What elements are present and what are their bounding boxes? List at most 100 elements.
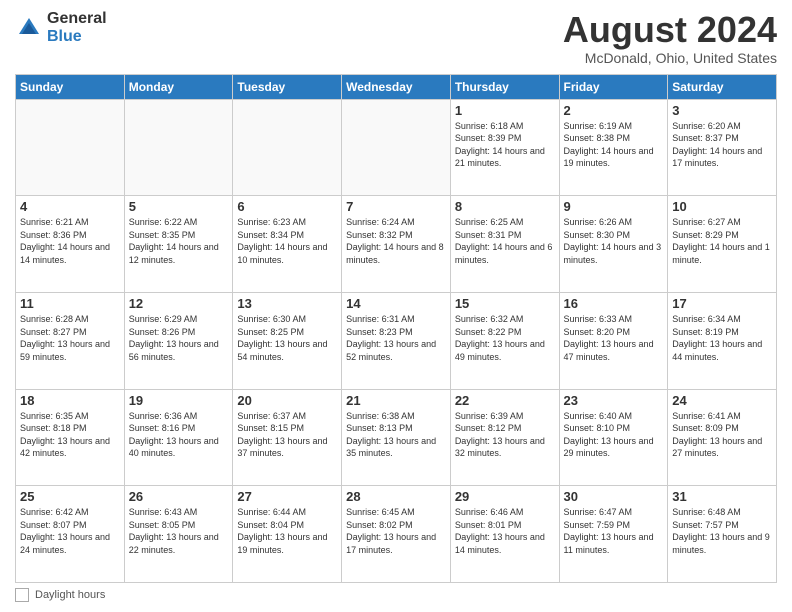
day-number: 28	[346, 489, 446, 504]
col-sunday: Sunday	[16, 74, 125, 99]
day-number: 6	[237, 199, 337, 214]
day-number: 26	[129, 489, 229, 504]
calendar-cell: 27 Sunrise: 6:44 AM Sunset: 8:04 PM Dayli…	[233, 486, 342, 583]
day-info: Sunrise: 6:24 AM Sunset: 8:32 PM Dayligh…	[346, 216, 446, 266]
day-info: Sunrise: 6:39 AM Sunset: 8:12 PM Dayligh…	[455, 410, 555, 460]
day-number: 11	[20, 296, 120, 311]
day-number: 31	[672, 489, 772, 504]
calendar-cell: 21Sunrise: 6:38 AM Sunset: 8:13 PM Dayli…	[342, 389, 451, 486]
day-number: 20	[237, 393, 337, 408]
calendar-cell	[342, 99, 451, 196]
title-block: August 2024 McDonald, Ohio, United State…	[563, 10, 777, 66]
day-info: Sunrise: 6:46 AM Sunset: 8:01 PM Dayligh…	[455, 506, 555, 556]
day-number: 14	[346, 296, 446, 311]
col-wednesday: Wednesday	[342, 74, 451, 99]
day-info: Sunrise: 6:36 AM Sunset: 8:16 PM Dayligh…	[129, 410, 229, 460]
day-number: 29	[455, 489, 555, 504]
calendar-cell: 8 Sunrise: 6:25 AM Sunset: 8:31 PM Daylig…	[450, 196, 559, 293]
calendar-cell: 24Sunrise: 6:41 AM Sunset: 8:09 PM Dayli…	[668, 389, 777, 486]
day-info: Sunrise: 6:34 AM Sunset: 8:19 PM Dayligh…	[672, 313, 772, 363]
day-info: Sunrise: 6:43 AM Sunset: 8:05 PM Dayligh…	[129, 506, 229, 556]
day-number: 3	[672, 103, 772, 118]
col-monday: Monday	[124, 74, 233, 99]
day-number: 2	[564, 103, 664, 118]
calendar-week-4: 18 Sunrise: 6:35 AM Sunset: 8:18 PM Dayli…	[16, 389, 777, 486]
col-tuesday: Tuesday	[233, 74, 342, 99]
col-saturday: Saturday	[668, 74, 777, 99]
day-info: Sunrise: 6:31 AM Sunset: 8:23 PM Dayligh…	[346, 313, 446, 363]
calendar-table: Sunday Monday Tuesday Wednesday Thursday…	[15, 74, 777, 583]
day-number: 9	[564, 199, 664, 214]
calendar-cell: 3 Sunrise: 6:20 AM Sunset: 8:37 PM Daylig…	[668, 99, 777, 196]
day-info: Sunrise: 6:25 AM Sunset: 8:31 PM Dayligh…	[455, 216, 555, 266]
day-number: 4	[20, 199, 120, 214]
day-number: 18	[20, 393, 120, 408]
calendar-cell	[233, 99, 342, 196]
day-info: Sunrise: 6:30 AM Sunset: 8:25 PM Dayligh…	[237, 313, 337, 363]
day-info: Sunrise: 6:37 AM Sunset: 8:15 PM Dayligh…	[237, 410, 337, 460]
calendar-cell: 18 Sunrise: 6:35 AM Sunset: 8:18 PM Dayli…	[16, 389, 125, 486]
calendar-cell	[16, 99, 125, 196]
page: General Blue August 2024 McDonald, Ohio,…	[0, 0, 792, 612]
calendar-header-row: Sunday Monday Tuesday Wednesday Thursday…	[16, 74, 777, 99]
day-info: Sunrise: 6:35 AM Sunset: 8:18 PM Dayligh…	[20, 410, 120, 460]
calendar-cell: 20 Sunrise: 6:37 AM Sunset: 8:15 PM Dayli…	[233, 389, 342, 486]
day-number: 22	[455, 393, 555, 408]
logo-text: General Blue	[47, 10, 107, 45]
day-info: Sunrise: 6:26 AM Sunset: 8:30 PM Dayligh…	[564, 216, 664, 266]
day-number: 24	[672, 393, 772, 408]
day-number: 23	[564, 393, 664, 408]
calendar-week-5: 25 Sunrise: 6:42 AM Sunset: 8:07 PM Dayli…	[16, 486, 777, 583]
day-info: Sunrise: 6:28 AM Sunset: 8:27 PM Dayligh…	[20, 313, 120, 363]
day-number: 17	[672, 296, 772, 311]
day-info: Sunrise: 6:27 AM Sunset: 8:29 PM Dayligh…	[672, 216, 772, 266]
header: General Blue August 2024 McDonald, Ohio,…	[15, 10, 777, 66]
calendar-cell: 22 Sunrise: 6:39 AM Sunset: 8:12 PM Dayli…	[450, 389, 559, 486]
calendar-cell: 26 Sunrise: 6:43 AM Sunset: 8:05 PM Dayli…	[124, 486, 233, 583]
calendar-cell: 19 Sunrise: 6:36 AM Sunset: 8:16 PM Dayli…	[124, 389, 233, 486]
calendar-cell: 15 Sunrise: 6:32 AM Sunset: 8:22 PM Dayli…	[450, 292, 559, 389]
logo-general-text: General	[47, 10, 107, 28]
calendar-cell: 6 Sunrise: 6:23 AM Sunset: 8:34 PM Daylig…	[233, 196, 342, 293]
day-info: Sunrise: 6:32 AM Sunset: 8:22 PM Dayligh…	[455, 313, 555, 363]
calendar-cell: 31 Sunrise: 6:48 AM Sunset: 7:57 PM Dayli…	[668, 486, 777, 583]
day-number: 10	[672, 199, 772, 214]
daylight-label: Daylight hours	[35, 589, 105, 601]
day-info: Sunrise: 6:33 AM Sunset: 8:20 PM Dayligh…	[564, 313, 664, 363]
day-info: Sunrise: 6:38 AM Sunset: 8:13 PM Dayligh…	[346, 410, 446, 460]
calendar-cell: 9 Sunrise: 6:26 AM Sunset: 8:30 PM Daylig…	[559, 196, 668, 293]
day-number: 1	[455, 103, 555, 118]
day-number: 7	[346, 199, 446, 214]
main-title: August 2024	[563, 10, 777, 50]
day-info: Sunrise: 6:42 AM Sunset: 8:07 PM Dayligh…	[20, 506, 120, 556]
col-friday: Friday	[559, 74, 668, 99]
calendar-cell: 23Sunrise: 6:40 AM Sunset: 8:10 PM Dayli…	[559, 389, 668, 486]
day-info: Sunrise: 6:48 AM Sunset: 7:57 PM Dayligh…	[672, 506, 772, 556]
day-info: Sunrise: 6:45 AM Sunset: 8:02 PM Dayligh…	[346, 506, 446, 556]
day-number: 27	[237, 489, 337, 504]
calendar-cell: 30Sunrise: 6:47 AM Sunset: 7:59 PM Dayli…	[559, 486, 668, 583]
calendar-cell: 2Sunrise: 6:19 AM Sunset: 8:38 PM Daylig…	[559, 99, 668, 196]
calendar-week-3: 11 Sunrise: 6:28 AM Sunset: 8:27 PM Dayli…	[16, 292, 777, 389]
day-number: 25	[20, 489, 120, 504]
day-number: 19	[129, 393, 229, 408]
calendar-cell: 10 Sunrise: 6:27 AM Sunset: 8:29 PM Dayli…	[668, 196, 777, 293]
day-info: Sunrise: 6:44 AM Sunset: 8:04 PM Dayligh…	[237, 506, 337, 556]
calendar-cell: 1 Sunrise: 6:18 AM Sunset: 8:39 PM Daylig…	[450, 99, 559, 196]
calendar-cell: 12 Sunrise: 6:29 AM Sunset: 8:26 PM Dayli…	[124, 292, 233, 389]
day-number: 8	[455, 199, 555, 214]
calendar-cell: 28 Sunrise: 6:45 AM Sunset: 8:02 PM Dayli…	[342, 486, 451, 583]
day-info: Sunrise: 6:20 AM Sunset: 8:37 PM Dayligh…	[672, 120, 772, 170]
day-info: Sunrise: 6:18 AM Sunset: 8:39 PM Dayligh…	[455, 120, 555, 170]
day-info: Sunrise: 6:23 AM Sunset: 8:34 PM Dayligh…	[237, 216, 337, 266]
day-number: 13	[237, 296, 337, 311]
day-number: 12	[129, 296, 229, 311]
logo-icon	[15, 14, 43, 42]
calendar-cell: 17 Sunrise: 6:34 AM Sunset: 8:19 PM Dayli…	[668, 292, 777, 389]
calendar-cell: 5Sunrise: 6:22 AM Sunset: 8:35 PM Daylig…	[124, 196, 233, 293]
day-number: 5	[129, 199, 229, 214]
footer: Daylight hours	[15, 588, 777, 602]
day-number: 15	[455, 296, 555, 311]
daylight-box-icon	[15, 588, 29, 602]
day-info: Sunrise: 6:29 AM Sunset: 8:26 PM Dayligh…	[129, 313, 229, 363]
